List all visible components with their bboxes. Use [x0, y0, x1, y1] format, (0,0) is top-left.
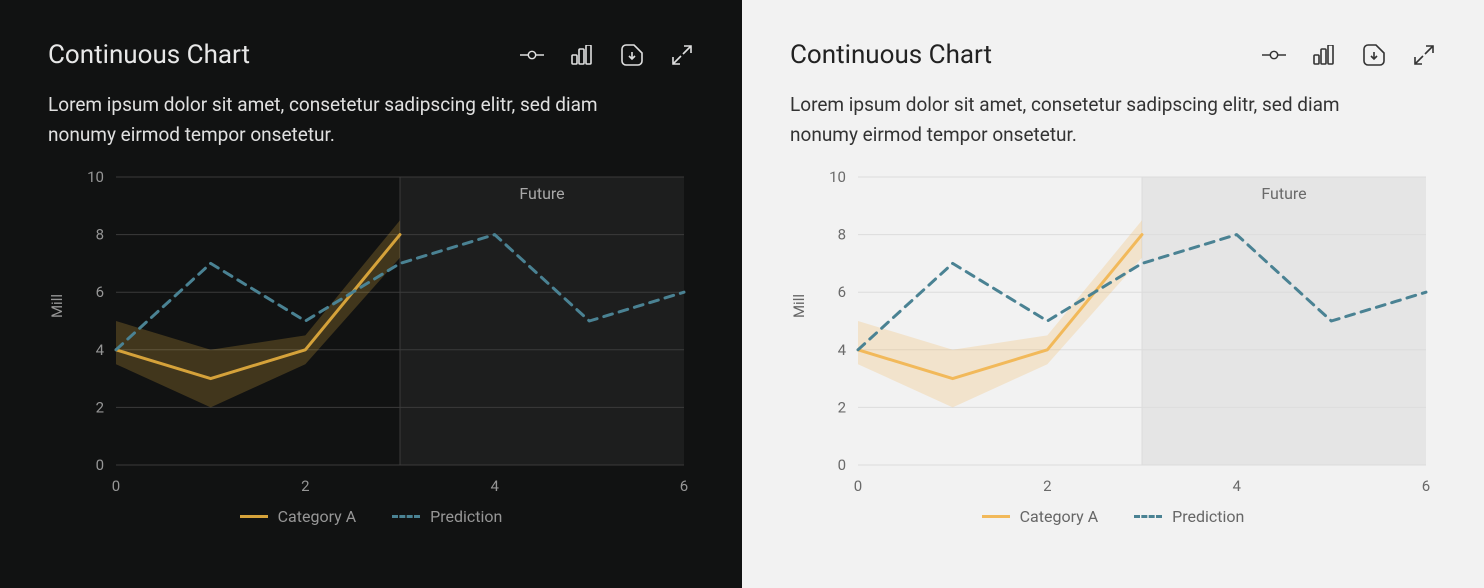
chart-title: Continuous Chart [48, 40, 250, 70]
header-row: Continuous Chart [48, 40, 694, 70]
panel-dark: Continuous Chart [0, 0, 742, 588]
svg-text:10: 10 [87, 171, 104, 186]
toolbar [520, 43, 694, 67]
legend-label-prediction: Prediction [430, 507, 502, 526]
legend-label-category-a: Category A [1020, 507, 1098, 526]
svg-text:8: 8 [838, 225, 846, 243]
svg-text:4: 4 [490, 477, 499, 495]
svg-text:6: 6 [96, 283, 104, 301]
svg-text:0: 0 [96, 456, 104, 474]
chart-area: Future 0 2 4 6 8 10 0 2 4 6 [814, 171, 1436, 501]
legend-item-category-a: Category A [240, 507, 356, 526]
download-icon[interactable] [1362, 43, 1386, 67]
expand-icon[interactable] [670, 43, 694, 67]
legend-label-prediction: Prediction [1172, 507, 1244, 526]
bar-chart-icon[interactable] [1312, 43, 1336, 67]
chart-svg: Future 0 2 4 6 8 10 0 2 4 6 [72, 171, 694, 501]
y-axis-label: Mill [48, 294, 66, 318]
y-axis-label: Mill [790, 294, 808, 318]
svg-text:10: 10 [829, 171, 846, 186]
legend-item-prediction: Prediction [1134, 507, 1244, 526]
legend: Category A Prediction [48, 507, 694, 526]
svg-text:6: 6 [838, 283, 846, 301]
chart-container: Mill Future 0 2 4 6 8 10 0 2 4 6 [48, 171, 694, 501]
legend-swatch-prediction [1134, 515, 1162, 518]
expand-icon[interactable] [1412, 43, 1436, 67]
svg-text:6: 6 [1422, 477, 1430, 495]
svg-text:Future: Future [519, 184, 564, 203]
svg-text:2: 2 [96, 398, 104, 416]
svg-text:4: 4 [1232, 477, 1241, 495]
toolbar [1262, 43, 1436, 67]
chart-subtitle: Lorem ipsum dolor sit amet, consetetur s… [48, 90, 608, 151]
svg-text:2: 2 [301, 477, 309, 495]
download-icon[interactable] [620, 43, 644, 67]
svg-text:8: 8 [96, 225, 104, 243]
legend-swatch-category-a [240, 515, 268, 518]
chart-subtitle: Lorem ipsum dolor sit amet, consetetur s… [790, 90, 1350, 151]
chart-container: Mill Future 0 2 4 6 8 10 0 2 4 6 [790, 171, 1436, 501]
svg-text:4: 4 [96, 341, 105, 359]
chart-svg: Future 0 2 4 6 8 10 0 2 4 6 [814, 171, 1436, 501]
svg-text:2: 2 [838, 398, 846, 416]
legend-label-category-a: Category A [278, 507, 356, 526]
svg-text:6: 6 [680, 477, 688, 495]
line-chart-icon[interactable] [520, 43, 544, 67]
chart-area: Future 0 2 4 6 8 10 0 2 4 6 [72, 171, 694, 501]
svg-text:4: 4 [838, 341, 847, 359]
svg-text:Future: Future [1261, 184, 1306, 203]
panel-light: Continuous Chart [742, 0, 1484, 588]
svg-text:0: 0 [854, 477, 862, 495]
svg-text:0: 0 [838, 456, 846, 474]
legend-item-prediction: Prediction [392, 507, 502, 526]
bar-chart-icon[interactable] [570, 43, 594, 67]
legend-swatch-category-a [982, 515, 1010, 518]
line-chart-icon[interactable] [1262, 43, 1286, 67]
legend-swatch-prediction [392, 515, 420, 518]
svg-text:0: 0 [112, 477, 120, 495]
chart-title: Continuous Chart [790, 40, 992, 70]
header-row: Continuous Chart [790, 40, 1436, 70]
legend-item-category-a: Category A [982, 507, 1098, 526]
legend: Category A Prediction [790, 507, 1436, 526]
svg-text:2: 2 [1043, 477, 1051, 495]
